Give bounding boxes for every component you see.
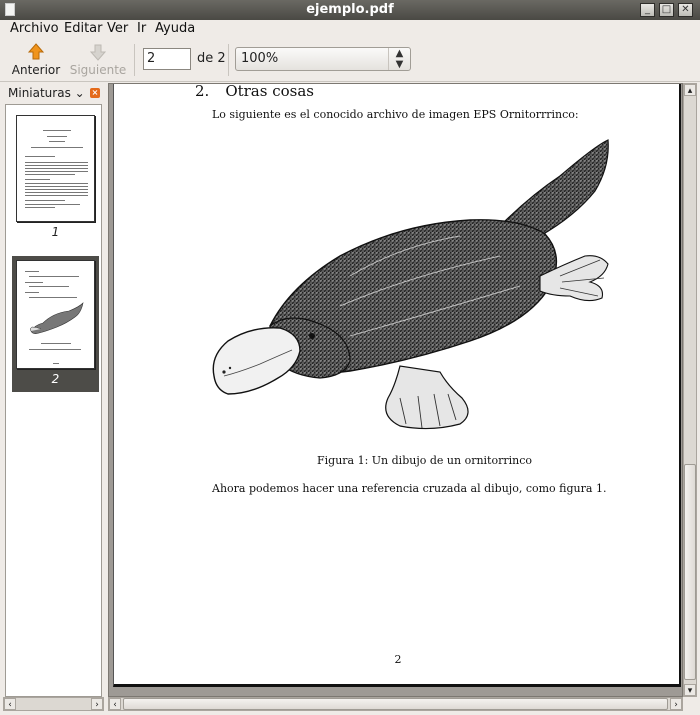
intro-paragraph: Lo siguiente es el conocido archivo de i… bbox=[212, 108, 579, 121]
close-sidebar-icon[interactable]: × bbox=[90, 88, 100, 98]
vertical-scrollbar[interactable]: ▴ ▾ bbox=[683, 83, 697, 697]
figure-caption: Figura 1: Un dibujo de un ornitorrinco bbox=[317, 454, 532, 467]
page-count-label: de 2 bbox=[197, 51, 226, 66]
sidebar-view-selector[interactable]: Miniaturas ⌄ bbox=[8, 86, 85, 100]
menu-editar[interactable]: Editar bbox=[64, 21, 103, 36]
body-paragraph: Ahora podemos hacer una referencia cruza… bbox=[212, 482, 607, 495]
zoom-value: 100% bbox=[241, 51, 279, 66]
minimize-button[interactable]: _ bbox=[640, 3, 655, 17]
page-number-footer: 2 bbox=[394, 653, 402, 666]
platypus-image bbox=[212, 139, 609, 430]
section-title: Otras cosas bbox=[225, 83, 314, 100]
page-number-input[interactable]: 2 bbox=[143, 48, 191, 70]
menu-ayuda[interactable]: Ayuda bbox=[155, 21, 195, 36]
menu-archivo[interactable]: Archivo bbox=[10, 21, 59, 36]
vertical-scroll-thumb[interactable] bbox=[684, 464, 696, 680]
section-heading: 2. Otras cosas bbox=[195, 83, 314, 100]
platypus-thumbnail bbox=[29, 302, 84, 334]
zoom-select[interactable]: 100% ▲ ▼ bbox=[235, 47, 411, 71]
horizontal-scrollbar[interactable]: ‹ › bbox=[108, 697, 683, 711]
scroll-up-icon[interactable]: ▴ bbox=[684, 84, 696, 96]
thumbnail-list: 1 2 bbox=[5, 104, 102, 697]
thumbnail-page-preview bbox=[16, 115, 95, 222]
section-number: 2. bbox=[195, 83, 210, 100]
title-bar: ejemplo.pdf _ □ ✕ bbox=[0, 0, 700, 20]
sidebar: Miniaturas ⌄ × 1 2 bbox=[3, 83, 104, 697]
thumbnail-page-preview bbox=[16, 260, 95, 369]
thumbnail-page-1[interactable]: 1 bbox=[12, 111, 99, 241]
document-view[interactable]: 2. Otras cosas Lo siguiente es el conocid… bbox=[108, 83, 683, 697]
arrow-up-icon bbox=[28, 43, 44, 60]
sidebar-title: Miniaturas bbox=[8, 86, 71, 100]
scroll-left-icon[interactable]: ‹ bbox=[109, 698, 121, 710]
scroll-right-icon[interactable]: › bbox=[670, 698, 682, 710]
thumbnail-page-2[interactable]: 2 bbox=[12, 256, 99, 392]
menu-ver[interactable]: Ver bbox=[107, 21, 128, 36]
toolbar: Anterior Siguiente 2 de 2 100% ▲ ▼ bbox=[0, 39, 700, 82]
scroll-left-icon[interactable]: ‹ bbox=[4, 698, 16, 710]
sidebar-horizontal-scrollbar[interactable]: ‹ › bbox=[3, 697, 104, 711]
document-page: 2. Otras cosas Lo siguiente es el conocid… bbox=[113, 83, 681, 687]
menu-bar: Archivo Editar Ver Ir Ayuda bbox=[0, 20, 700, 39]
scroll-right-icon[interactable]: › bbox=[91, 698, 103, 710]
toolbar-separator bbox=[134, 44, 135, 76]
previous-page-label: Anterior bbox=[11, 63, 61, 77]
close-window-button[interactable]: ✕ bbox=[678, 3, 693, 17]
scroll-down-icon[interactable]: ▾ bbox=[684, 684, 696, 696]
chevron-down-icon: ⌄ bbox=[74, 86, 85, 100]
sidebar-header: Miniaturas ⌄ × bbox=[3, 83, 104, 103]
thumbnail-label: 1 bbox=[51, 225, 60, 239]
maximize-button[interactable]: □ bbox=[659, 3, 674, 17]
arrow-down-icon bbox=[90, 44, 106, 61]
toolbar-separator bbox=[228, 44, 229, 76]
previous-page-button[interactable]: Anterior bbox=[8, 41, 64, 79]
next-page-button[interactable]: Siguiente bbox=[68, 41, 128, 79]
menu-ir[interactable]: Ir bbox=[137, 21, 146, 36]
updown-arrows-icon: ▲ ▼ bbox=[388, 48, 410, 70]
window-title: ejemplo.pdf bbox=[306, 2, 394, 17]
next-page-label: Siguiente bbox=[69, 63, 127, 77]
horizontal-scroll-thumb[interactable] bbox=[123, 698, 668, 710]
thumbnail-label: 2 bbox=[51, 372, 60, 386]
